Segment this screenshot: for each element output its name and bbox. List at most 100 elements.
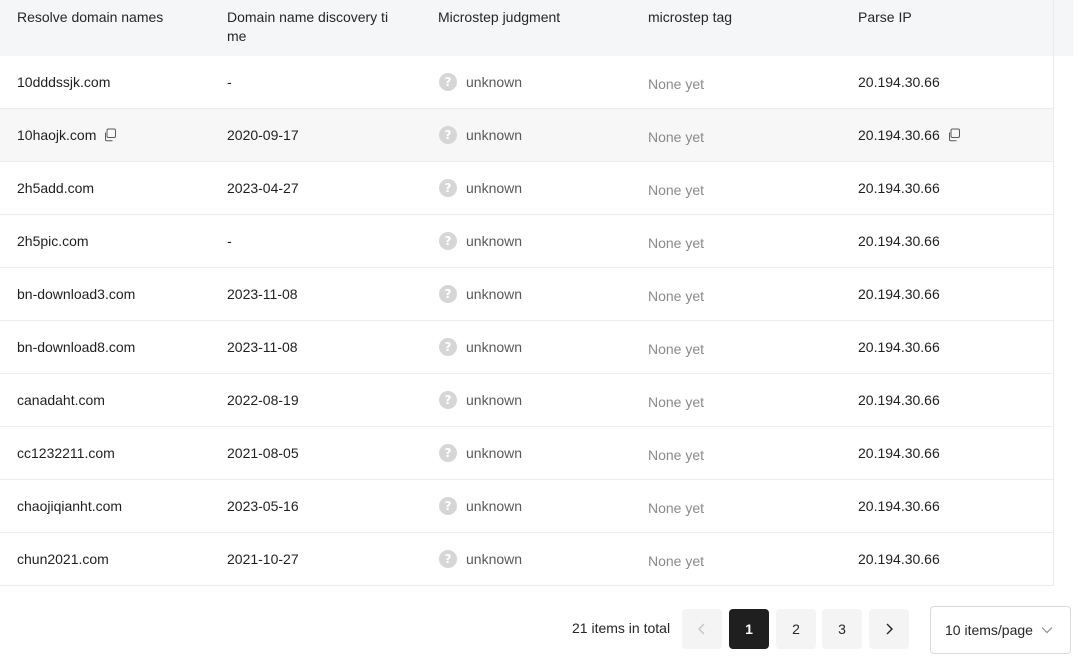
ip-value[interactable]: 20.194.30.66: [858, 127, 940, 143]
table-row[interactable]: chun2021.com 2021-10-27? unknown None yet 20…: [0, 533, 1072, 586]
tag-label: None yet: [648, 235, 705, 251]
tag-cell: None yet: [648, 321, 838, 373]
discovery-date-cell: -: [227, 74, 232, 90]
ip-value[interactable]: 20.194.30.66: [858, 498, 940, 514]
copy-icon[interactable]: [103, 128, 117, 142]
judgment-cell: ? unknown: [438, 109, 628, 161]
discovery-date-cell: 2021-10-27: [227, 551, 299, 567]
parse-ip-cell: 20.194.30.66: [858, 215, 1048, 267]
parse-ip-cell: 20.194.30.66: [858, 56, 1048, 108]
header-scroll-gutter: [1053, 0, 1073, 56]
tag-cell: None yet: [648, 374, 838, 426]
column-header-parse-ip[interactable]: Parse IP: [858, 0, 1048, 64]
domain-cell: chaojiqianht.com: [17, 480, 207, 532]
domain-link[interactable]: chun2021.com: [17, 551, 109, 567]
chevron-left-icon: [698, 623, 705, 635]
domain-link[interactable]: canadaht.com: [17, 392, 105, 408]
tag-cell: None yet: [648, 533, 838, 585]
domain-link[interactable]: chaojiqianht.com: [17, 498, 122, 514]
ip-value[interactable]: 20.194.30.66: [858, 445, 940, 461]
page-size-select[interactable]: 10 items/page: [930, 606, 1071, 654]
question-circle-icon: ?: [439, 126, 457, 144]
question-circle-icon: ?: [439, 550, 457, 568]
tag-label: None yet: [648, 182, 705, 198]
judgment-cell: ? unknown: [438, 427, 628, 479]
page-button-1[interactable]: 1: [729, 609, 769, 649]
table-header: Resolve domain names Domain name discove…: [0, 0, 1073, 56]
judgment-label: unknown: [466, 180, 523, 196]
domain-link[interactable]: 2h5pic.com: [17, 233, 89, 249]
parse-ip-cell: 20.194.30.66: [858, 480, 1048, 532]
judgment-label: unknown: [466, 551, 523, 567]
table-row[interactable]: 2h5pic.com -? unknown None yet 20.194.30.66: [0, 215, 1072, 268]
question-circle-icon: ?: [439, 232, 457, 250]
column-header-tag[interactable]: microstep tag: [648, 0, 838, 64]
tag-cell: None yet: [648, 427, 838, 479]
ip-value[interactable]: 20.194.30.66: [858, 286, 940, 302]
domain-link[interactable]: 10haojk.com: [17, 127, 96, 143]
parse-ip-cell: 20.194.30.66: [858, 533, 1048, 585]
ip-value[interactable]: 20.194.30.66: [858, 551, 940, 567]
page-button-2[interactable]: 2: [776, 609, 816, 649]
tag-label: None yet: [648, 394, 705, 410]
tag-cell: None yet: [648, 268, 838, 320]
domain-link[interactable]: 10dddssjk.com: [17, 74, 110, 90]
vertical-scrollbar[interactable]: [1053, 56, 1073, 586]
judgment-cell: ? unknown: [438, 374, 628, 426]
tag-label: None yet: [648, 553, 705, 569]
tag-cell: None yet: [648, 56, 838, 108]
tag-cell: None yet: [648, 162, 838, 214]
ip-value[interactable]: 20.194.30.66: [858, 233, 940, 249]
domain-link[interactable]: bn-download3.com: [17, 286, 135, 302]
tag-label: None yet: [648, 341, 705, 357]
judgment-label: unknown: [466, 445, 523, 461]
discovery-date-cell: 2022-08-19: [227, 392, 299, 408]
table-row[interactable]: cc1232211.com 2021-08-05? unknown None yet 2…: [0, 427, 1072, 480]
ip-value[interactable]: 20.194.30.66: [858, 74, 940, 90]
total-items-label: 21 items in total: [572, 620, 671, 636]
next-page-button[interactable]: [869, 609, 909, 649]
table-row[interactable]: 2h5add.com 2023-04-27? unknown None yet 20.1…: [0, 162, 1072, 215]
domain-cell: 10haojk.com: [17, 109, 207, 161]
table-row[interactable]: bn-download3.com 2023-11-08? unknown None y…: [0, 268, 1072, 321]
table-body: 10dddssjk.com -? unknown None yet 20.194.30.…: [0, 56, 1072, 586]
chevron-right-icon: [886, 623, 893, 635]
domain-cell: chun2021.com: [17, 533, 207, 585]
domain-cell: bn-download8.com: [17, 321, 207, 373]
judgment-label: unknown: [466, 392, 523, 408]
domain-cell: 10dddssjk.com: [17, 56, 207, 108]
tag-label: None yet: [648, 500, 705, 516]
question-circle-icon: ?: [439, 285, 457, 303]
copy-icon[interactable]: [947, 128, 961, 142]
question-circle-icon: ?: [439, 338, 457, 356]
parse-ip-cell: 20.194.30.66: [858, 374, 1048, 426]
table-row[interactable]: bn-download8.com 2023-11-08? unknown None y…: [0, 321, 1072, 374]
parse-ip-cell: 20.194.30.66: [858, 268, 1048, 320]
table-row[interactable]: canadaht.com 2022-08-19 ? unknown None yet 20…: [0, 374, 1072, 427]
judgment-cell: ? unknown: [438, 268, 628, 320]
domain-table: Resolve domain names Domain name discove…: [0, 0, 1073, 586]
tag-cell: None yet: [648, 109, 838, 161]
judgment-label: unknown: [466, 498, 523, 514]
column-header-discovery-time[interactable]: Domain name discovery ti me: [227, 0, 397, 64]
ip-value[interactable]: 20.194.30.66: [858, 180, 940, 196]
table-row[interactable]: 10haojk.com 2020-09-17 ? unknown None yet 20.…: [0, 109, 1072, 162]
parse-ip-cell: 20.194.30.66: [858, 427, 1048, 479]
judgment-cell: ? unknown: [438, 321, 628, 373]
table-row[interactable]: chaojiqianht.com 2023-05-16? unknown None y…: [0, 480, 1072, 533]
domain-link[interactable]: cc1232211.com: [17, 445, 115, 461]
column-header-domain[interactable]: Resolve domain names: [17, 0, 207, 64]
domain-link[interactable]: 2h5add.com: [17, 180, 94, 196]
prev-page-button[interactable]: [682, 609, 722, 649]
ip-value[interactable]: 20.194.30.66: [858, 339, 940, 355]
domain-link[interactable]: bn-download8.com: [17, 339, 135, 355]
parse-ip-cell: 20.194.30.66: [858, 109, 1048, 161]
table-row[interactable]: 10dddssjk.com -? unknown None yet 20.194.30.…: [0, 56, 1072, 109]
page-button-3[interactable]: 3: [822, 609, 862, 649]
column-header-judgment[interactable]: Microstep judgment: [438, 0, 628, 64]
ip-value[interactable]: 20.194.30.66: [858, 392, 940, 408]
discovery-date-cell: 2023-04-27: [227, 180, 299, 196]
chevron-down-icon: [1041, 626, 1053, 634]
discovery-date-cell: 2020-09-17: [227, 127, 299, 143]
domain-cell: cc1232211.com: [17, 427, 207, 479]
